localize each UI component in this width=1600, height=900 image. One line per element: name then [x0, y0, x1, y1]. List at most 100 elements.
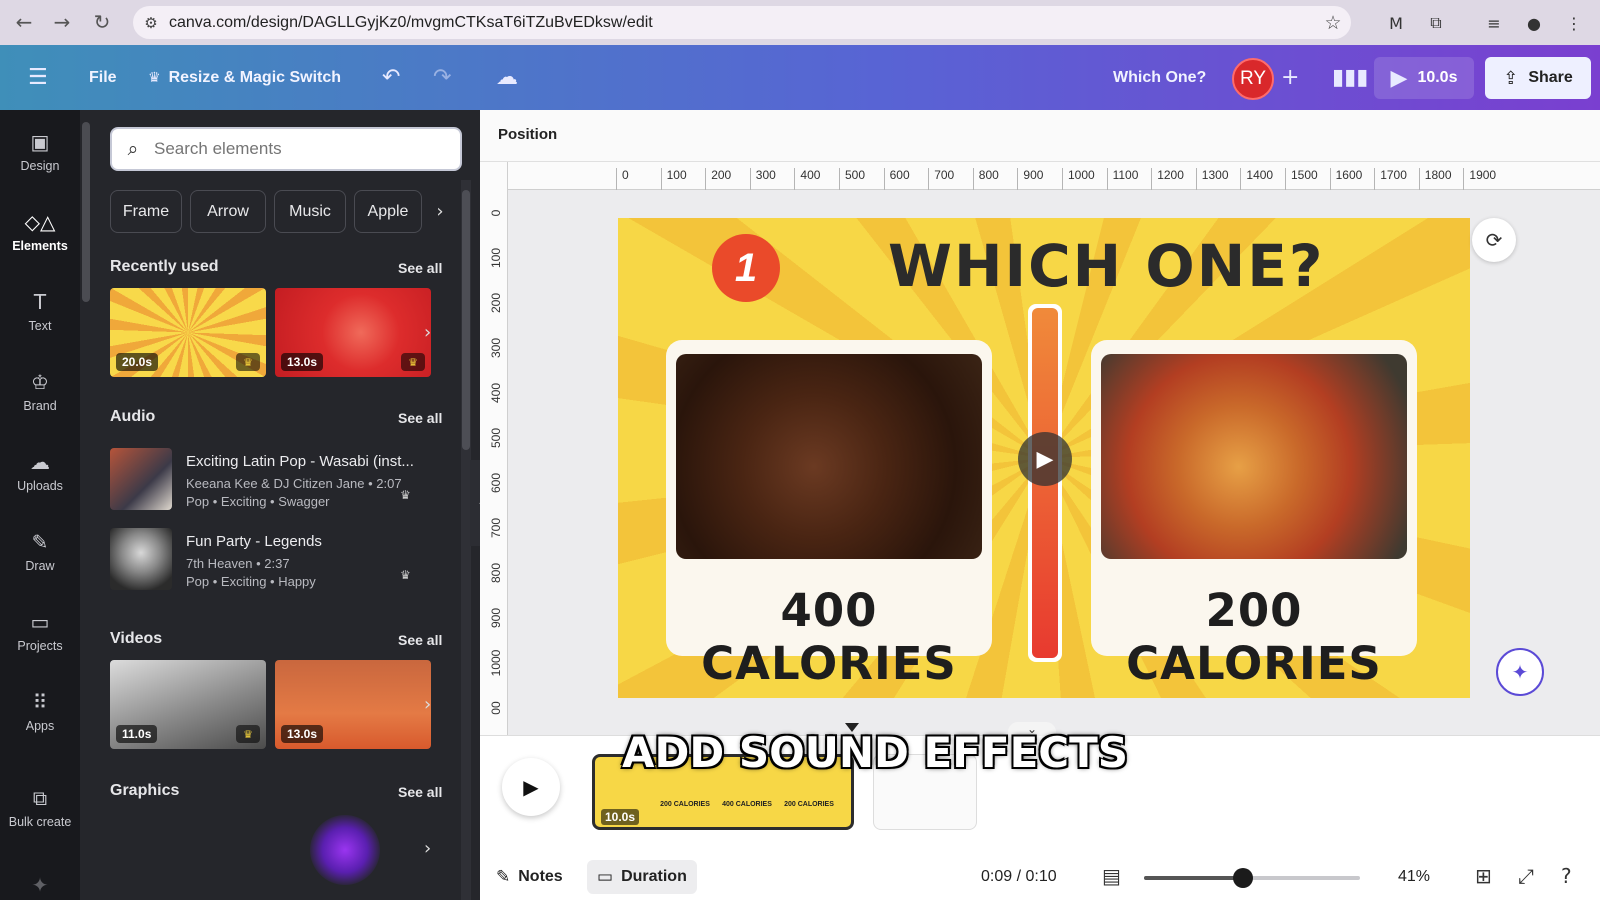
video-thumb-office[interactable]: 11.0s ♛ — [110, 660, 266, 749]
videos-next-icon[interactable]: › — [424, 694, 431, 715]
recent-thumb-sunburst[interactable]: 20.0s ♛ — [110, 288, 266, 377]
muffin-image[interactable] — [676, 354, 982, 559]
clip-mini-label: 400 CALORIES — [722, 801, 772, 808]
bookmark-star-icon[interactable]: ☆ — [1315, 12, 1351, 34]
graphics-title: Graphics — [110, 782, 180, 799]
pizza-image[interactable] — [1101, 354, 1407, 559]
timeline: ⌄ ▶ 200 CALORIES 400 CALORIES 200 CALORI… — [480, 722, 1600, 850]
design-canvas[interactable]: 1 WHICH ONE? 400 CALORIES ▶ 200 CALORIES — [618, 218, 1470, 698]
rail-item-projects[interactable]: ▭ Projects — [0, 596, 80, 666]
ruler-tick: 1000 — [489, 649, 503, 677]
audio-item[interactable]: Exciting Latin Pop - Wasabi (inst... Kee… — [110, 448, 440, 510]
canvas-play-icon[interactable]: ▶ — [1018, 432, 1072, 486]
user-avatar[interactable]: RY — [1232, 58, 1274, 100]
magic-sparkle-icon[interactable]: ✦ — [1496, 648, 1544, 696]
left-calories-label[interactable]: 400 CALORIES — [666, 584, 992, 690]
rail-label: Draw — [25, 558, 55, 573]
graphics-see-all[interactable]: See all — [398, 784, 442, 800]
ruler-tick: 900 — [1017, 168, 1043, 190]
horizontal-ruler: 0 100 200 300 400 500 600 700 800 900 1000 1100 1200… — [508, 162, 1600, 190]
chips-next-icon[interactable]: › — [425, 190, 455, 233]
design-title[interactable]: Which One? — [1113, 45, 1206, 110]
back-icon[interactable]: ← — [5, 10, 43, 34]
chip-frame[interactable]: Frame — [110, 190, 182, 233]
forward-icon[interactable]: → — [43, 10, 81, 34]
search-box[interactable]: ⌕ — [110, 127, 462, 171]
rail-item-apps[interactable]: ⠿ Apps — [0, 676, 80, 746]
refresh-icon[interactable]: ⟳ — [1472, 218, 1516, 262]
rail-item-draw[interactable]: ✎ Draw — [0, 516, 80, 586]
ruler-tick: 800 — [972, 168, 999, 190]
zoom-percent[interactable]: 41% — [1398, 868, 1430, 886]
play-icon: ▶ — [1390, 65, 1408, 91]
present-play-button[interactable]: ▶ 10.0s — [1374, 57, 1474, 99]
recent-thumb-red-burst[interactable]: 13.0s ♛ — [275, 288, 431, 377]
rail-item-text[interactable]: T Text — [0, 276, 80, 346]
reload-icon[interactable]: ↻ — [83, 10, 121, 34]
timeline-play-button[interactable]: ▶ — [502, 758, 560, 816]
resize-magic-switch-button[interactable]: ♛ Resize & Magic Switch — [148, 45, 341, 110]
rail-item-bulk-create[interactable]: ⧉ Bulk create — [0, 772, 80, 842]
ruler-tick: 600 — [489, 472, 503, 494]
search-icon: ⌕ — [127, 138, 139, 160]
media-controls-icon[interactable]: ≡ — [1481, 10, 1507, 36]
videos-see-all[interactable]: See all — [398, 632, 442, 648]
recently-used-see-all[interactable]: See all — [398, 260, 442, 276]
videos-title: Videos — [110, 630, 163, 647]
main-menu-button[interactable]: ☰ — [28, 45, 48, 110]
undo-button[interactable]: ↶ — [382, 45, 400, 110]
left-option-card[interactable]: 400 CALORIES — [666, 340, 992, 690]
extensions-puzzle-icon[interactable]: ⧉ — [1423, 10, 1449, 36]
rail-item-elements[interactable]: ◇△ Elements — [0, 196, 80, 266]
grid-view-icon[interactable]: ⊞ — [1475, 864, 1492, 888]
right-option-card[interactable]: 200 CALORIES — [1091, 340, 1417, 690]
thumb-duration: 13.0s — [281, 725, 324, 743]
help-icon[interactable]: ? — [1561, 864, 1572, 888]
search-input[interactable] — [154, 139, 434, 159]
fullscreen-icon[interactable]: ⤢ — [1518, 864, 1534, 888]
magic-media-icon: ✦ — [31, 873, 49, 897]
zoom-slider[interactable] — [1144, 868, 1360, 888]
profile-icon[interactable]: ● — [1521, 10, 1547, 36]
rail-item-brand[interactable]: ♔ Brand — [0, 356, 80, 426]
video-thumb-soccer[interactable]: 13.0s — [275, 660, 431, 749]
notes-button[interactable]: ✎ Notes — [496, 860, 563, 894]
chip-arrow[interactable]: Arrow — [190, 190, 266, 233]
redo-button[interactable]: ↷ — [433, 45, 451, 110]
canvas-title[interactable]: WHICH ONE? — [888, 232, 1325, 300]
invite-button[interactable]: + — [1281, 45, 1299, 110]
insights-button[interactable]: ▮▮▮ — [1332, 45, 1368, 110]
playback-time: 0:09 / 0:10 — [981, 868, 1057, 885]
rail-item-magic[interactable]: ✦ — [0, 850, 80, 900]
notes-icon: ✎ — [496, 867, 511, 887]
recent-next-icon[interactable]: › — [424, 322, 431, 343]
site-settings-icon[interactable]: ⚙ — [133, 14, 169, 32]
share-button[interactable]: ⇪ Share — [1485, 57, 1591, 99]
browser-menu-icon[interactable]: ⋮ — [1561, 10, 1587, 36]
position-button[interactable]: Position — [498, 126, 557, 143]
rail-item-design[interactable]: ▣ Design — [0, 116, 80, 186]
address-bar[interactable]: ⚙ canva.com/design/DAGLLGyjKz0/mvgmCTKsa… — [133, 6, 1351, 39]
cloud-save-status[interactable]: ☁ — [496, 45, 518, 110]
chip-apple[interactable]: Apple — [354, 190, 422, 233]
audio-item[interactable]: Fun Party - Legends 7th Heaven • 2:37 Po… — [110, 528, 440, 590]
rail-item-uploads[interactable]: ☁ Uploads — [0, 436, 80, 506]
brand-icon: ♔ — [31, 369, 49, 394]
chip-music[interactable]: Music — [274, 190, 346, 233]
page-view-icon[interactable]: ▤ — [1102, 864, 1121, 888]
editor-toolbar: ☰ File ♛ Resize & Magic Switch ↶ ↷ ☁ Whi… — [0, 45, 1600, 110]
graphics-next-icon[interactable]: › — [424, 838, 431, 859]
rail-scrollbar[interactable] — [82, 122, 90, 302]
duration-button[interactable]: ▭ Duration — [587, 860, 697, 894]
url-text[interactable]: canva.com/design/DAGLLGyjKz0/mvgmCTKsaT6… — [169, 14, 1315, 32]
number-badge[interactable]: 1 — [712, 234, 780, 302]
audio-see-all[interactable]: See all — [398, 410, 442, 426]
ruler-tick: 700 — [928, 168, 954, 190]
graphic-thumb-glow[interactable] — [310, 815, 380, 885]
gmail-extension-icon[interactable]: M — [1383, 10, 1409, 36]
zoom-slider-knob[interactable] — [1233, 868, 1253, 888]
crown-icon: ♛ — [400, 568, 411, 582]
right-calories-label[interactable]: 200 CALORIES — [1091, 584, 1417, 690]
panel-scroll-thumb[interactable] — [462, 190, 470, 450]
file-menu-button[interactable]: File — [89, 45, 117, 110]
